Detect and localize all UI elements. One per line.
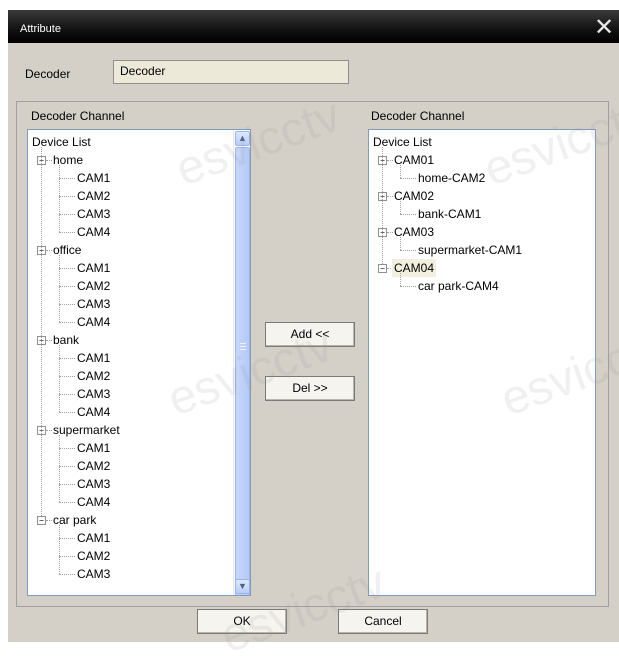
tree-connector xyxy=(59,448,75,449)
tree-connector xyxy=(59,556,75,557)
tree-connector xyxy=(59,376,75,377)
tree-connector xyxy=(59,435,60,502)
tree-connector xyxy=(46,430,52,431)
tree-connector xyxy=(46,340,52,341)
decoder-channel-tree-panel[interactable]: Device List − CAM01 home-CAM2− CAM02 bank-CAM… xyxy=(368,129,596,596)
tree-connector xyxy=(382,147,383,264)
tree-connector xyxy=(46,520,52,521)
right-panel-label: Decoder Channel xyxy=(371,109,465,123)
tree-item[interactable]: CAM4 xyxy=(77,223,110,241)
scroll-down-icon[interactable]: ▼ xyxy=(235,579,250,594)
tree-item[interactable]: CAM2 xyxy=(77,187,110,205)
collapse-icon[interactable]: − xyxy=(378,264,387,273)
tree-connector xyxy=(59,232,75,233)
tree-connector xyxy=(41,147,42,516)
tree-connector xyxy=(59,304,75,305)
tree-group-cam04[interactable]: CAM04 xyxy=(392,259,437,277)
tree-item[interactable]: CAM2 xyxy=(77,547,110,565)
decoder-name-input[interactable]: Decoder xyxy=(113,60,349,84)
window-title: Attribute xyxy=(20,23,61,35)
tree-connector xyxy=(59,165,60,232)
tree-connector xyxy=(387,196,393,197)
tree-item[interactable]: home-CAM2 xyxy=(418,169,485,187)
tree-item[interactable]: CAM2 xyxy=(77,457,110,475)
cancel-button[interactable]: Cancel xyxy=(338,609,428,634)
tree-group-office[interactable]: office xyxy=(53,241,81,259)
close-icon[interactable]: ✕ xyxy=(591,14,617,42)
del-button[interactable]: Del >> xyxy=(265,376,355,401)
tree-connector xyxy=(387,232,393,233)
scroll-thumb[interactable] xyxy=(235,147,250,595)
title-bar: Attribute ✕ xyxy=(8,10,619,43)
tree-connector xyxy=(46,160,52,161)
tree-connector xyxy=(400,201,401,214)
tree-item[interactable]: CAM1 xyxy=(77,169,110,187)
tree-connector xyxy=(400,178,416,179)
tree-connector xyxy=(59,196,75,197)
tree-connector xyxy=(59,214,75,215)
tree-item[interactable]: bank-CAM1 xyxy=(418,205,481,223)
tree-connector xyxy=(59,484,75,485)
device-tree-panel[interactable]: Device List − home CAM1 CAM2 CAM3 CAM4− office C… xyxy=(27,129,251,596)
tree-connector xyxy=(400,273,401,286)
tree-item[interactable]: CAM2 xyxy=(77,277,110,295)
tree-item[interactable]: car park-CAM4 xyxy=(418,277,499,295)
tree-connector xyxy=(59,178,75,179)
tree-connector xyxy=(400,250,416,251)
tree-item[interactable]: CAM1 xyxy=(77,259,110,277)
tree-item[interactable]: CAM1 xyxy=(77,529,110,547)
tree-group-bank[interactable]: bank xyxy=(53,331,79,349)
tree-connector xyxy=(59,394,75,395)
tree-connector xyxy=(400,214,416,215)
tree-connector xyxy=(59,322,75,323)
attribute-dialog: Attribute ✕ Decoder Decoder Decoder Chan… xyxy=(8,10,619,664)
tree-item[interactable]: supermarket-CAM1 xyxy=(418,241,522,259)
tree-connector xyxy=(59,345,60,412)
device-tree-scrollbar[interactable]: ▲ ▼ xyxy=(233,130,250,595)
tree-group-supermarket[interactable]: supermarket xyxy=(53,421,120,439)
tree-item[interactable]: CAM3 xyxy=(77,475,110,493)
tree-group-home[interactable]: home xyxy=(53,151,83,169)
ok-button[interactable]: OK xyxy=(197,609,287,634)
tree-connector xyxy=(59,358,75,359)
tree-connector xyxy=(59,255,60,322)
decoder-label: Decoder xyxy=(25,67,71,81)
left-panel-label: Decoder Channel xyxy=(31,109,125,123)
tree-item[interactable]: CAM3 xyxy=(77,295,110,313)
tree-connector xyxy=(46,250,52,251)
tree-connector xyxy=(59,286,75,287)
tree-connector xyxy=(59,574,75,575)
tree-connector xyxy=(400,165,401,178)
tree-item[interactable]: CAM1 xyxy=(77,439,110,457)
tree-item[interactable]: CAM4 xyxy=(77,313,110,331)
tree-connector xyxy=(59,412,75,413)
tree-connector xyxy=(59,268,75,269)
tree-item[interactable]: CAM4 xyxy=(77,403,110,421)
tree-connector xyxy=(59,538,75,539)
tree-item[interactable]: CAM3 xyxy=(77,565,110,583)
tree-item[interactable]: CAM3 xyxy=(77,205,110,223)
tree-connector xyxy=(59,525,60,574)
scroll-up-icon[interactable]: ▲ xyxy=(235,131,250,146)
tree-connector xyxy=(387,160,393,161)
tree-connector xyxy=(59,502,75,503)
tree-connector xyxy=(59,466,75,467)
add-button[interactable]: Add << xyxy=(265,322,355,347)
tree-connector xyxy=(400,237,401,250)
collapse-icon[interactable]: − xyxy=(37,516,46,525)
tree-item[interactable]: CAM1 xyxy=(77,349,110,367)
tree-item[interactable]: CAM4 xyxy=(77,493,110,511)
tree-item[interactable]: CAM2 xyxy=(77,367,110,385)
tree-item[interactable]: CAM3 xyxy=(77,385,110,403)
tree-connector xyxy=(400,286,416,287)
